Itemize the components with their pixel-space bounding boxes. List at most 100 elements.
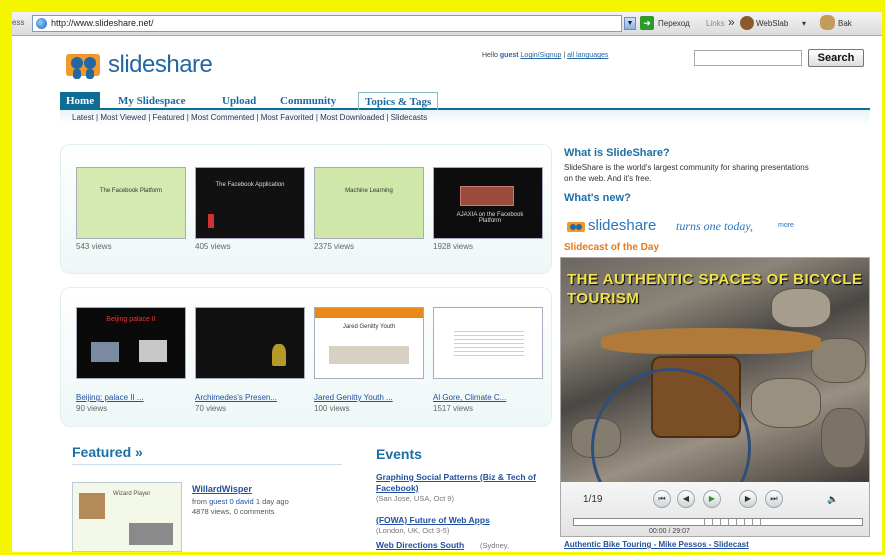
tab-upload[interactable]: Upload: [216, 92, 262, 110]
hello-prefix: Hello: [482, 52, 498, 59]
address-dropdown-icon[interactable]: ▼: [624, 17, 636, 30]
view-count: 100 views: [314, 404, 350, 413]
volume-icon[interactable]: 🔈: [827, 494, 838, 505]
view-count: 2375 views: [314, 242, 355, 251]
anniversary-more-link[interactable]: more: [778, 222, 794, 229]
featured-thumb[interactable]: Wizard Player: [72, 482, 182, 552]
slide-thumb[interactable]: Jared Genitty Youth: [314, 307, 424, 379]
main-nav: Home My Slidespace Upload Community Topi…: [60, 92, 870, 110]
bug-icon: [820, 15, 835, 30]
events-heading: Events: [376, 446, 422, 462]
slide-title-link[interactable]: Al Gore, Climate C...: [433, 393, 506, 402]
tab-topics-tags[interactable]: Topics & Tags: [358, 92, 439, 110]
slidecast-link[interactable]: Authentic Bike Touring - Mike Pessos - S…: [564, 540, 749, 549]
ie-page-icon: [36, 18, 47, 29]
featured-heading[interactable]: Featured »: [72, 444, 143, 460]
bicycle-photo[interactable]: THE AUTHENTIC SPACES OF BICYCLE TOURISM: [561, 258, 869, 528]
thumb-text: The Facebook Platform: [99, 188, 163, 194]
browser-window: ess http://www.slideshare.net/ ▼ ➜ Перех…: [12, 12, 882, 552]
slide-title-link[interactable]: Archimedes's Presen...: [195, 393, 277, 402]
slideshare-logo-icon[interactable]: [64, 46, 104, 86]
webslab-icon: [740, 16, 754, 30]
play-button[interactable]: ▶: [703, 490, 721, 508]
first-slide-button[interactable]: ⏮: [653, 490, 671, 508]
url-text: http://www.slideshare.net/: [51, 18, 154, 28]
thumb-text: Beijing palace II: [106, 316, 156, 323]
search-button[interactable]: Search: [808, 49, 864, 67]
event-link[interactable]: Graphing Social Patterns (Biz & Tech of …: [376, 472, 548, 494]
stone: [751, 378, 821, 428]
slide-thumb[interactable]: [195, 307, 305, 379]
event-link[interactable]: (FOWA) Future of Web Apps: [376, 515, 548, 526]
from-prefix: from: [192, 497, 207, 506]
event-link[interactable]: Web Directions South: [376, 540, 464, 551]
toolbar-item-webslab[interactable]: WebSlab: [756, 19, 788, 28]
featured-meta: from guest 0 david 1 day ago 4878 views,…: [192, 497, 289, 517]
go-arrow-icon[interactable]: ➜: [640, 16, 654, 30]
search-input[interactable]: [694, 50, 802, 66]
tab-community[interactable]: Community: [274, 92, 342, 110]
view-count: 1517 views: [433, 404, 474, 413]
url-field[interactable]: http://www.slideshare.net/: [32, 15, 622, 32]
photo-image: [139, 340, 167, 362]
event-meta: (Sydney,: [480, 541, 510, 550]
slide-thumb[interactable]: The Facebook Application: [195, 167, 305, 239]
view-count: 70 views: [195, 404, 227, 413]
slidecast-heading: Slidecast of the Day: [564, 242, 660, 253]
from-suffix: 1 day ago: [255, 497, 289, 506]
anniversary-text: turns one today,: [676, 219, 753, 233]
person-photo: [79, 493, 105, 519]
all-languages-link[interactable]: all languages: [567, 52, 608, 59]
event-meta: (London, UK, Oct 3-5): [376, 526, 450, 535]
next-slide-button[interactable]: ▶: [739, 490, 757, 508]
slide-title: THE AUTHENTIC SPACES OF BICYCLE TOURISM: [567, 271, 863, 307]
tab-home[interactable]: Home: [60, 92, 101, 110]
slidecast-player: THE AUTHENTIC SPACES OF BICYCLE TOURISM …: [560, 257, 870, 537]
stone: [821, 408, 866, 468]
event-meta: (San Jose, USA, Oct 9): [376, 494, 454, 503]
dropdown-icon[interactable]: ▾: [802, 19, 806, 28]
address-label: ess: [12, 18, 25, 27]
slide-thumb[interactable]: Machine Learning: [314, 167, 424, 239]
timeline-scrubber[interactable]: [573, 518, 863, 526]
saddle-image: [601, 328, 821, 354]
view-count: 543 views: [76, 242, 112, 251]
screenshot-image: [460, 186, 514, 206]
featured-title-link[interactable]: WillardWisper: [192, 484, 252, 494]
what-is-text: SlideShare is the world's largest commun…: [564, 163, 809, 183]
thumb-text: Jared Genitty Youth: [342, 324, 396, 330]
divider: [72, 464, 342, 465]
view-count: 90 views: [76, 404, 108, 413]
slide-thumb[interactable]: Beijing palace II: [76, 307, 186, 379]
slide-thumb[interactable]: AJAXIA on the Facebook Platform: [433, 167, 543, 239]
player-controls: 1/19 ⏮ ◀ ▶ ▶ ⏭ 🔈 00:00 / 29:07: [561, 482, 869, 536]
text-lines: [454, 328, 524, 358]
thumb-text: Machine Learning: [345, 188, 393, 194]
figure-icon: [208, 214, 214, 228]
anniversary-banner[interactable]: slideshare turns one today, more: [564, 214, 819, 240]
what-is-heading: What is SlideShare?: [564, 147, 670, 159]
thumb-image: [129, 523, 173, 545]
chevron-icon[interactable]: »: [728, 15, 735, 29]
slide-counter: 1/19: [583, 494, 603, 505]
slide-title-link[interactable]: Jared Genitty Youth ...: [314, 393, 393, 402]
time-display: 00:00 / 29:07: [649, 528, 690, 535]
slide-thumb[interactable]: The Facebook Platform: [76, 167, 186, 239]
login-link[interactable]: Login/Signup: [521, 52, 562, 59]
thumb-text: AJAXIA on the Facebook Platform: [456, 212, 524, 224]
subnav-links[interactable]: Latest | Most Viewed | Featured | Most C…: [72, 113, 427, 122]
slideshare-mini-logo-icon: [567, 222, 585, 232]
photo-image: [91, 342, 119, 362]
view-count: 405 views: [195, 242, 231, 251]
thumb-text: Wizard Player: [113, 491, 151, 497]
last-slide-button[interactable]: ⏭: [765, 490, 783, 508]
prev-slide-button[interactable]: ◀: [677, 490, 695, 508]
slide-thumb[interactable]: [433, 307, 543, 379]
tab-my-slidespace[interactable]: My Slidespace: [112, 92, 192, 110]
logo-text[interactable]: slideshare: [108, 51, 213, 79]
go-label[interactable]: Переход: [658, 19, 690, 28]
featured-user-link[interactable]: guest 0 david: [209, 497, 254, 506]
slide-title-link[interactable]: Beijing: palace II ...: [76, 393, 144, 402]
links-label[interactable]: Links: [706, 19, 725, 28]
toolbar-item-2[interactable]: Bak: [838, 19, 852, 28]
